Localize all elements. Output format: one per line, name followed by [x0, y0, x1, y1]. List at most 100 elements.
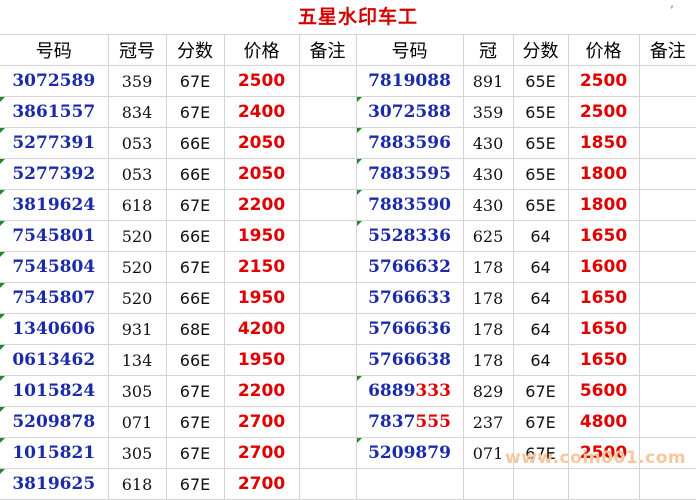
left-crown-cell[interactable]: 834 — [107, 96, 167, 128]
right-score-cell[interactable]: 65E — [512, 65, 569, 97]
right-crown-cell[interactable]: 359 — [462, 96, 514, 128]
right-score-cell[interactable]: 64 — [512, 220, 569, 252]
left-note-cell[interactable] — [298, 220, 357, 252]
left-score-cell[interactable]: 67E — [165, 65, 225, 97]
right-score-cell[interactable]: 65E — [512, 158, 569, 190]
right-note-cell[interactable] — [638, 375, 696, 407]
right-note-cell[interactable] — [638, 127, 696, 159]
header-cell[interactable]: 分数 — [165, 34, 225, 66]
right-number-cell[interactable]: 6889333 — [355, 375, 464, 407]
right-crown-cell[interactable]: 178 — [462, 313, 514, 345]
left-crown-cell[interactable]: 134 — [107, 344, 167, 376]
right-number-cell[interactable]: 5766633 — [355, 282, 464, 314]
left-number-cell[interactable]: 3861557 — [0, 96, 109, 128]
right-price-cell[interactable]: 1650 — [567, 313, 640, 345]
left-crown-cell[interactable]: 618 — [107, 189, 167, 221]
left-price-cell[interactable]: 2050 — [223, 158, 300, 190]
right-price-cell[interactable]: 1600 — [567, 251, 640, 283]
left-price-cell[interactable]: 1950 — [223, 282, 300, 314]
left-score-cell[interactable]: 66E — [165, 127, 225, 159]
right-score-cell[interactable]: 64 — [512, 282, 569, 314]
right-number-cell[interactable]: 5528336 — [355, 220, 464, 252]
right-crown-cell[interactable]: 430 — [462, 127, 514, 159]
left-number-cell[interactable]: 3072589 — [0, 65, 109, 97]
header-cell[interactable]: 冠 — [462, 34, 514, 66]
right-note-cell[interactable] — [638, 158, 696, 190]
right-note-cell[interactable] — [638, 282, 696, 314]
header-cell[interactable]: 价格 — [223, 34, 300, 66]
left-price-cell[interactable]: 2500 — [223, 65, 300, 97]
left-score-cell[interactable]: 66E — [165, 158, 225, 190]
right-number-cell[interactable]: 5766638 — [355, 344, 464, 376]
right-crown-cell[interactable]: 430 — [462, 158, 514, 190]
left-number-cell[interactable]: 1015824 — [0, 375, 109, 407]
left-score-cell[interactable]: 67E — [165, 437, 225, 469]
left-price-cell[interactable]: 4200 — [223, 313, 300, 345]
right-number-cell[interactable]: 5766636 — [355, 313, 464, 345]
left-price-cell[interactable]: 2400 — [223, 96, 300, 128]
right-price-cell[interactable]: 1650 — [567, 344, 640, 376]
left-note-cell[interactable] — [298, 189, 357, 221]
right-score-cell[interactable]: 64 — [512, 251, 569, 283]
right-score-cell[interactable]: 65E — [512, 127, 569, 159]
left-score-cell[interactable]: 67E — [165, 251, 225, 283]
right-price-cell[interactable] — [567, 468, 640, 500]
header-cell[interactable]: 备注 — [298, 34, 357, 66]
right-score-cell[interactable]: 65E — [512, 189, 569, 221]
right-score-cell[interactable]: 67E — [512, 406, 569, 438]
left-crown-cell[interactable]: 520 — [107, 251, 167, 283]
left-crown-cell[interactable]: 931 — [107, 313, 167, 345]
left-crown-cell[interactable]: 520 — [107, 282, 167, 314]
left-score-cell[interactable]: 67E — [165, 406, 225, 438]
right-score-cell[interactable]: 64 — [512, 344, 569, 376]
left-number-cell[interactable]: 7545801 — [0, 220, 109, 252]
left-note-cell[interactable] — [298, 251, 357, 283]
left-crown-cell[interactable]: 359 — [107, 65, 167, 97]
left-note-cell[interactable] — [298, 96, 357, 128]
right-crown-cell[interactable]: 178 — [462, 251, 514, 283]
left-score-cell[interactable]: 67E — [165, 189, 225, 221]
left-note-cell[interactable] — [298, 158, 357, 190]
left-score-cell[interactable]: 67E — [165, 96, 225, 128]
left-price-cell[interactable]: 2050 — [223, 127, 300, 159]
right-price-cell[interactable]: 2500 — [567, 65, 640, 97]
right-crown-cell[interactable]: 829 — [462, 375, 514, 407]
right-note-cell[interactable] — [638, 65, 696, 97]
left-note-cell[interactable] — [298, 344, 357, 376]
right-crown-cell[interactable]: 178 — [462, 282, 514, 314]
right-crown-cell[interactable]: 237 — [462, 406, 514, 438]
header-cell[interactable]: 号码 — [355, 34, 464, 66]
left-score-cell[interactable]: 66E — [165, 344, 225, 376]
left-number-cell[interactable]: 7545807 — [0, 282, 109, 314]
right-note-cell[interactable] — [638, 189, 696, 221]
right-crown-cell[interactable]: 178 — [462, 344, 514, 376]
left-note-cell[interactable] — [298, 65, 357, 97]
left-crown-cell[interactable]: 520 — [107, 220, 167, 252]
left-note-cell[interactable] — [298, 468, 357, 500]
right-price-cell[interactable]: 1800 — [567, 189, 640, 221]
right-price-cell[interactable]: 4800 — [567, 406, 640, 438]
left-note-cell[interactable] — [298, 437, 357, 469]
left-note-cell[interactable] — [298, 127, 357, 159]
right-price-cell[interactable]: 1800 — [567, 158, 640, 190]
left-number-cell[interactable]: 5277391 — [0, 127, 109, 159]
left-price-cell[interactable]: 2200 — [223, 189, 300, 221]
left-number-cell[interactable]: 5209878 — [0, 406, 109, 438]
right-note-cell[interactable] — [638, 344, 696, 376]
left-score-cell[interactable]: 67E — [165, 375, 225, 407]
left-score-cell[interactable]: 67E — [165, 468, 225, 500]
left-crown-cell[interactable]: 071 — [107, 406, 167, 438]
right-crown-cell[interactable] — [462, 468, 514, 500]
right-note-cell[interactable] — [638, 96, 696, 128]
right-crown-cell[interactable]: 430 — [462, 189, 514, 221]
header-cell[interactable]: 备注 — [638, 34, 696, 66]
right-number-cell[interactable] — [355, 468, 464, 500]
header-cell[interactable]: 分数 — [512, 34, 569, 66]
right-note-cell[interactable] — [638, 406, 696, 438]
left-crown-cell[interactable]: 053 — [107, 127, 167, 159]
left-crown-cell[interactable]: 053 — [107, 158, 167, 190]
right-score-cell[interactable] — [512, 468, 569, 500]
right-score-cell[interactable]: 67E — [512, 375, 569, 407]
left-price-cell[interactable]: 2150 — [223, 251, 300, 283]
left-crown-cell[interactable]: 305 — [107, 375, 167, 407]
